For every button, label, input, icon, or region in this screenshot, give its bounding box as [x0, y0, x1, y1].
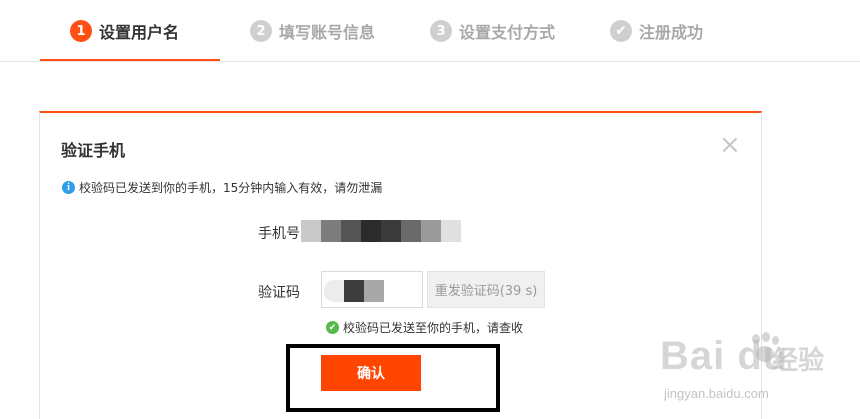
code-label: 验证码 [258, 285, 300, 301]
step-4-label: 注册成功 [639, 23, 704, 42]
step-2-label: 填写账号信息 [279, 23, 376, 42]
notice-text: 校验码已发送到你的手机，15分钟内输入有效，请勿泄漏 [79, 181, 383, 195]
step-2-number: 2 [250, 20, 272, 42]
watermark-cn: 经验 [772, 346, 825, 376]
watermark-url: jingyan.baidu.com [664, 386, 769, 401]
step-3-number: 3 [430, 20, 452, 42]
code-sent-message: ✔ 校验码已发送至你的手机，请查收 [326, 319, 523, 336]
step-3-label: 设置支付方式 [459, 23, 556, 42]
phone-label: 手机号 [258, 226, 300, 242]
registration-steps: 1 设置用户名 2 填写账号信息 3 设置支付方式 ✔ 注册成功 [0, 0, 860, 62]
verify-phone-dialog: 验证手机 × i 校验码已发送到你的手机，15分钟内输入有效，请勿泄漏 手机号 … [39, 111, 762, 419]
verification-code-input[interactable] [321, 271, 423, 308]
resend-code-button[interactable]: 重发验证码(39 s) [427, 271, 545, 308]
sent-message-text: 校验码已发送至你的手机，请查收 [343, 321, 524, 335]
info-notice: i 校验码已发送到你的手机，15分钟内输入有效，请勿泄漏 [62, 179, 382, 196]
check-circle-icon: ✔ [610, 20, 632, 42]
code-value-redacted [324, 280, 384, 302]
step-account-info[interactable]: 2 填写账号信息 [250, 0, 375, 62]
phone-number-redacted [301, 220, 461, 242]
dialog-title: 验证手机 [61, 141, 126, 160]
step-set-username[interactable]: 1 设置用户名 [70, 0, 179, 62]
close-icon[interactable]: × [719, 132, 741, 158]
step-1-number: 1 [70, 20, 92, 42]
baidu-jingyan-watermark: Bai du 经验 jingyan.baidu.com [660, 320, 850, 410]
active-step-underline [40, 59, 220, 61]
step-1-label: 设置用户名 [99, 23, 180, 42]
info-icon: i [62, 181, 75, 194]
step-payment-method[interactable]: 3 设置支付方式 [430, 0, 555, 62]
check-icon: ✔ [326, 321, 339, 334]
step-registration-success[interactable]: ✔ 注册成功 [610, 0, 703, 62]
confirm-button[interactable]: 确认 [321, 355, 421, 391]
